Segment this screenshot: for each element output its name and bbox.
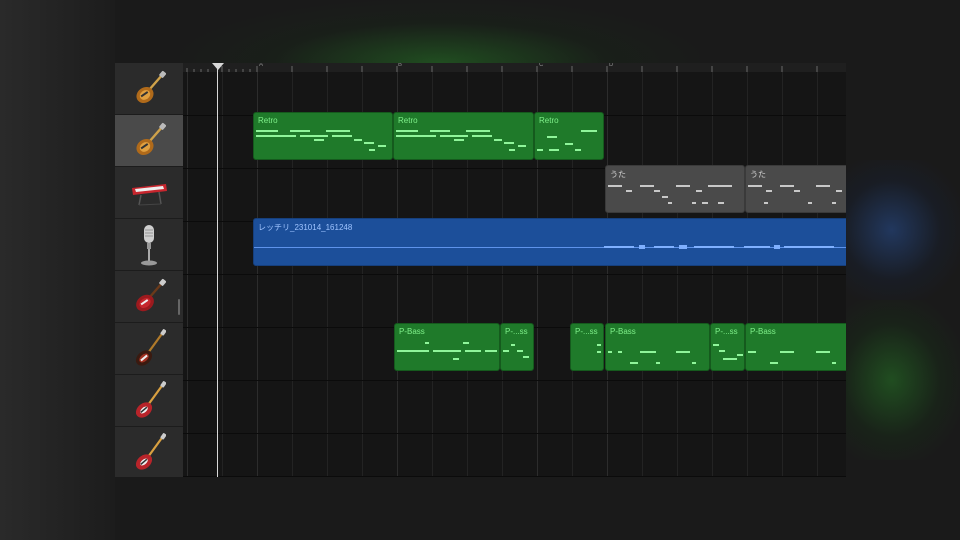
midi-region-p-bass[interactable]: P-Bass	[394, 323, 500, 371]
midi-region-uta[interactable]: うた	[745, 165, 846, 213]
track-lane-5[interactable]	[183, 275, 846, 328]
track-header-1[interactable]	[115, 63, 183, 115]
midi-region-retro[interactable]: Retro	[534, 112, 604, 160]
region-label: P-Bass	[750, 327, 776, 336]
playhead[interactable]	[217, 67, 218, 477]
track-header-3[interactable]	[115, 167, 183, 219]
electric-guitar-red-icon	[136, 278, 166, 311]
track-header-2[interactable]	[115, 115, 183, 167]
track-header-5[interactable]	[115, 271, 183, 323]
playhead-handle[interactable]	[212, 63, 224, 70]
track-lane-7[interactable]	[183, 381, 846, 434]
ruler[interactable]: A B C D	[183, 63, 846, 72]
track-header-7[interactable]	[115, 375, 183, 427]
track-header-4[interactable]	[115, 219, 183, 271]
region-label: P-Bass	[399, 327, 425, 336]
midi-region-p-bass[interactable]: P-Bass	[605, 323, 710, 371]
electric-guitar-sunburst-icon	[136, 70, 166, 103]
ruler-marker-b: B	[398, 63, 403, 68]
track-header-column	[115, 63, 183, 477]
region-label: P-...ss	[505, 327, 528, 336]
tracks-view: A B C D Retro Retro Retro うた うた レッチリ_231…	[115, 63, 846, 477]
audio-region[interactable]: レッチリ_231014_161248	[253, 218, 846, 266]
resize-handle[interactable]	[178, 299, 180, 315]
midi-region-p-bass[interactable]: P-...ss	[500, 323, 534, 371]
region-label: Retro	[539, 116, 559, 125]
ruler-marker-c: C	[539, 63, 544, 68]
microphone-icon	[141, 224, 157, 265]
track-header-6[interactable]	[115, 323, 183, 375]
background-glow-right-green	[846, 300, 960, 460]
ruler-marker-d: D	[609, 63, 614, 68]
region-label: レッチリ_231014_161248	[258, 223, 353, 232]
midi-region-p-bass[interactable]: P-Bass	[745, 323, 846, 371]
region-label: うた	[750, 170, 766, 179]
timeline-area[interactable]: A B C D Retro Retro Retro うた うた レッチリ_231…	[183, 63, 846, 477]
audio-waveform-detail	[604, 245, 834, 249]
track-lane-8[interactable]	[183, 434, 846, 477]
bass-guitar-icon	[135, 380, 166, 418]
midi-region-retro[interactable]: Retro	[253, 112, 393, 160]
bass-guitar-icon	[135, 328, 166, 366]
region-label: P-Bass	[610, 327, 636, 336]
midi-region-p-bass[interactable]: P-...ss	[710, 323, 745, 371]
midi-region-p-bass[interactable]: P-...ss	[570, 323, 604, 371]
midi-region-retro[interactable]: Retro	[393, 112, 534, 160]
region-label: P-...ss	[715, 327, 738, 336]
track-lane-1[interactable]	[183, 72, 846, 116]
ruler-ticks	[186, 66, 818, 72]
bass-guitar-icon	[135, 432, 166, 470]
background-glow-right-blue	[846, 160, 960, 300]
background-blur-left	[0, 0, 115, 540]
region-label: P-...ss	[575, 327, 598, 336]
track-header-8[interactable]	[115, 427, 183, 477]
electric-guitar-sunburst-icon	[136, 122, 166, 155]
synth-keyboard-icon	[132, 183, 167, 205]
region-label: Retro	[258, 116, 278, 125]
midi-region-uta[interactable]: うた	[605, 165, 745, 213]
background-glow-top	[180, 0, 700, 70]
ruler-marker-a: A	[259, 63, 264, 68]
region-label: Retro	[398, 116, 418, 125]
region-label: うた	[610, 170, 626, 179]
